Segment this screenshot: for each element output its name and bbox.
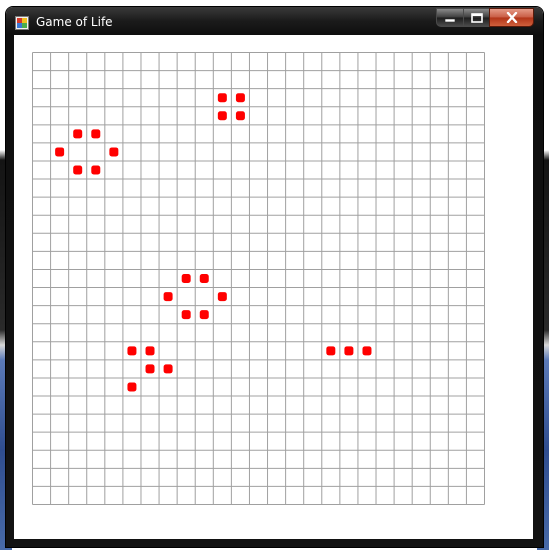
live-cell[interactable] <box>163 364 173 374</box>
maximize-icon <box>470 12 483 23</box>
close-button[interactable] <box>489 8 534 27</box>
live-cell[interactable] <box>199 274 209 283</box>
title-bar[interactable]: Game of Life <box>6 7 543 35</box>
live-cell[interactable] <box>181 310 191 320</box>
live-cell[interactable] <box>91 165 101 175</box>
live-cell[interactable] <box>55 147 65 157</box>
app-icon <box>15 16 29 30</box>
minimize-icon <box>444 18 456 22</box>
live-cell[interactable] <box>362 346 372 356</box>
live-cell[interactable] <box>217 93 227 103</box>
live-cell[interactable] <box>217 111 227 121</box>
live-cell[interactable] <box>127 346 137 356</box>
live-cell[interactable] <box>235 93 245 103</box>
live-cell[interactable] <box>344 346 354 356</box>
app-window: Game of Life <box>6 7 543 547</box>
close-icon <box>506 12 517 23</box>
live-cell[interactable] <box>145 364 155 374</box>
live-cell[interactable] <box>163 292 173 302</box>
live-cell[interactable] <box>326 346 336 356</box>
live-cell[interactable] <box>73 165 83 175</box>
live-cell[interactable] <box>181 274 191 283</box>
window-title: Game of Life <box>36 15 113 29</box>
live-cell[interactable] <box>127 382 137 392</box>
live-cell[interactable] <box>199 310 209 320</box>
live-cell[interactable] <box>145 346 155 356</box>
maximize-button[interactable] <box>463 8 490 27</box>
life-board[interactable] <box>32 52 486 506</box>
minimize-button[interactable] <box>436 8 464 27</box>
live-cell[interactable] <box>73 129 83 139</box>
live-cell[interactable] <box>217 292 227 302</box>
live-cell[interactable] <box>109 147 119 157</box>
client-area <box>14 35 533 539</box>
live-cell[interactable] <box>91 129 101 139</box>
live-cell[interactable] <box>235 111 245 121</box>
